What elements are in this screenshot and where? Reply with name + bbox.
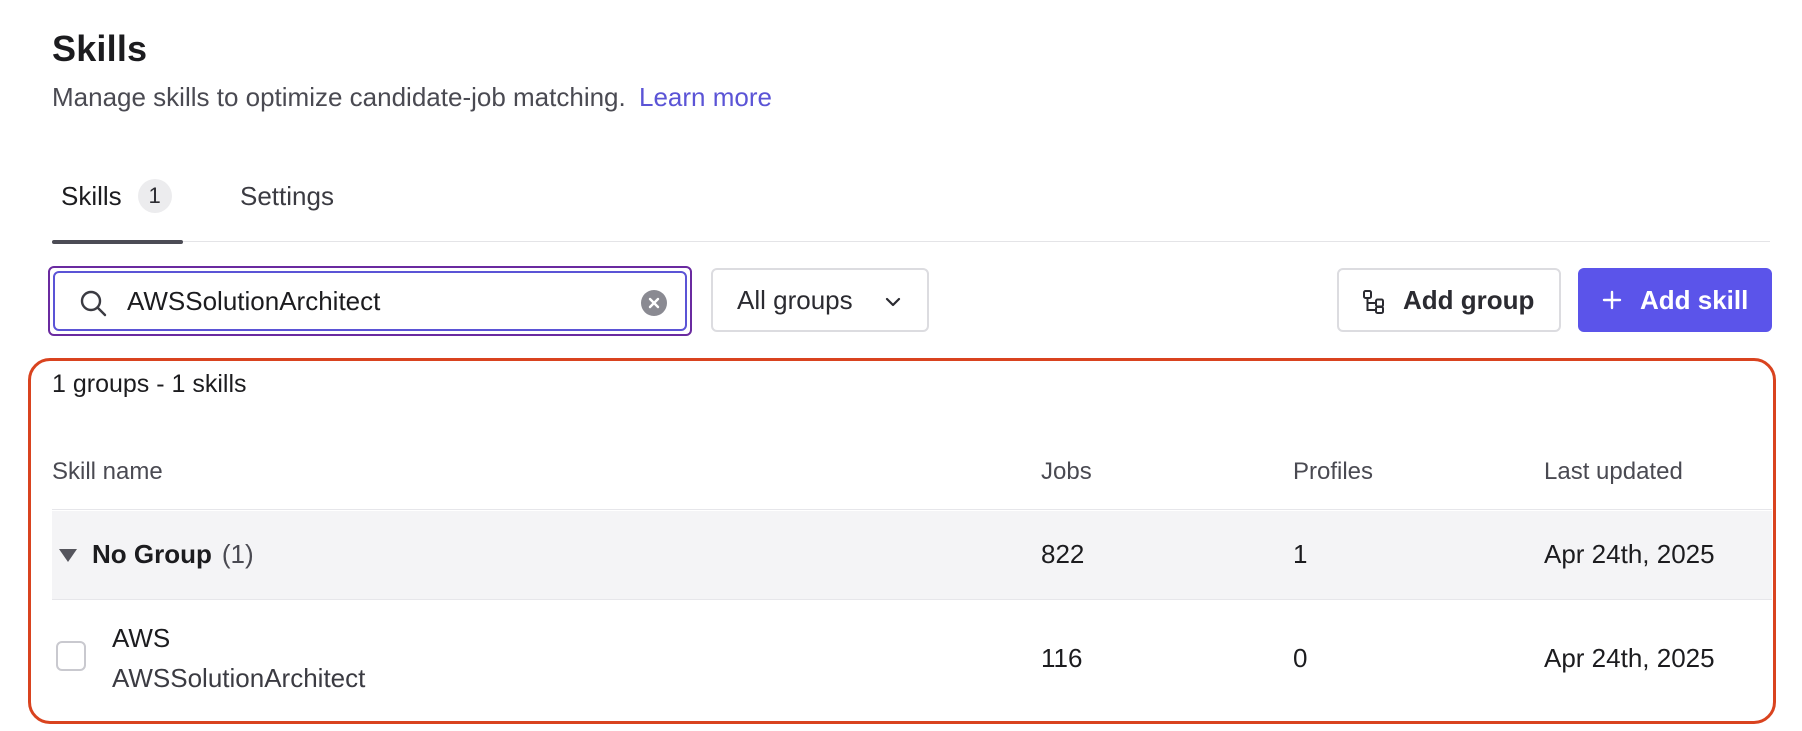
column-skill-name[interactable]: Skill name	[52, 458, 163, 486]
skills-page: Skills Manage skills to optimize candida…	[0, 0, 1802, 731]
tab-bar: Skills 1 Settings	[52, 150, 1770, 244]
group-count: (1)	[221, 539, 254, 569]
table-row[interactable]: AWS AWSSolutionArchitect 116 0 Apr 24th,…	[52, 601, 1772, 713]
group-hierarchy-icon	[1363, 290, 1384, 314]
column-profiles[interactable]: Profiles	[1293, 458, 1373, 486]
group-row[interactable]: No Group (1) 822 1 Apr 24th, 2025	[52, 511, 1772, 600]
skill-alias: AWSSolutionArchitect	[112, 663, 366, 693]
clear-search-icon[interactable]	[641, 290, 667, 316]
chevron-down-icon	[885, 297, 901, 307]
group-filter-dropdown[interactable]: All groups	[711, 268, 929, 332]
learn-more-link[interactable]: Learn more	[639, 82, 772, 112]
search-box	[48, 266, 692, 336]
group-name-text: No Group	[92, 539, 212, 569]
table-header: Skill name Jobs Profiles Last updated	[52, 440, 1772, 510]
group-last-updated: Apr 24th, 2025	[1544, 539, 1715, 569]
tab-skills-label: Skills	[61, 180, 122, 211]
skill-last-updated: Apr 24th, 2025	[1544, 643, 1715, 673]
page-subtitle: Manage skills to optimize candidate-job …	[52, 82, 772, 113]
column-jobs[interactable]: Jobs	[1041, 458, 1092, 486]
group-jobs: 822	[1041, 539, 1085, 569]
plus-icon	[1602, 290, 1622, 310]
skill-profiles: 0	[1293, 643, 1308, 673]
tab-skills-count-badge: 1	[137, 179, 172, 213]
skill-name[interactable]: AWS	[112, 623, 170, 654]
add-skill-button[interactable]: Add skill	[1578, 268, 1772, 332]
tab-settings[interactable]: Settings	[240, 150, 334, 242]
page-title: Skills	[52, 28, 148, 69]
group-profiles: 1	[1293, 539, 1308, 569]
subtitle-text: Manage skills to optimize candidate-job …	[52, 82, 626, 112]
group-name: No Group (1)	[92, 539, 254, 570]
tab-settings-label: Settings	[240, 180, 334, 211]
search-field	[53, 271, 687, 331]
column-last-updated[interactable]: Last updated	[1544, 458, 1683, 486]
group-filter-value: All groups	[737, 284, 853, 315]
add-skill-label: Add skill	[1640, 284, 1749, 315]
collapse-triangle-icon[interactable]	[58, 547, 78, 563]
add-group-label: Add group	[1403, 284, 1535, 315]
search-input[interactable]	[127, 273, 597, 329]
search-icon	[80, 290, 107, 317]
skill-jobs: 116	[1041, 643, 1083, 673]
row-checkbox[interactable]	[56, 641, 86, 671]
add-group-button[interactable]: Add group	[1337, 268, 1561, 332]
tab-skills[interactable]: Skills 1	[52, 150, 183, 244]
results-summary: 1 groups - 1 skills	[52, 370, 247, 398]
